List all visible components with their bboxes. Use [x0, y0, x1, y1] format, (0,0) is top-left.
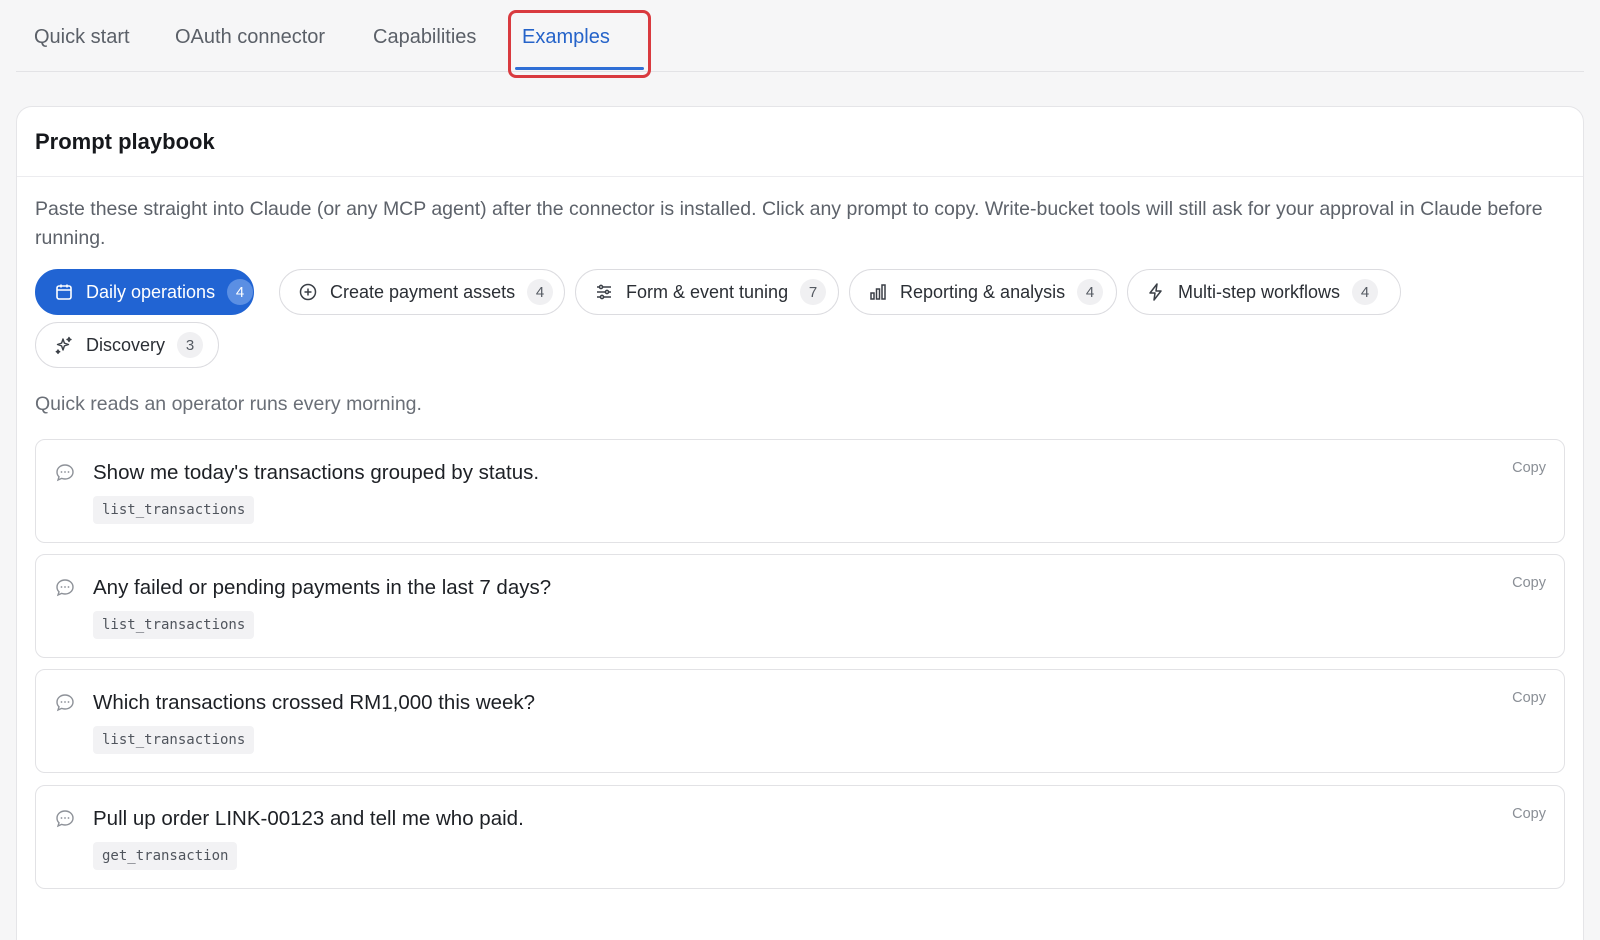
filter-discovery[interactable]: Discovery 3 — [35, 322, 219, 368]
prompt-row[interactable]: Which transactions crossed RM1,000 this … — [35, 669, 1565, 773]
filter-count: 4 — [1352, 279, 1379, 305]
prompt-text: Pull up order LINK-00123 and tell me who… — [93, 807, 524, 830]
filter-label: Reporting & analysis — [900, 281, 1066, 302]
copy-button[interactable]: Copy — [1512, 806, 1546, 822]
chat-bubble-icon — [54, 692, 76, 714]
plus-circle-icon — [298, 282, 318, 302]
filter-form-event-tuning[interactable]: Form & event tuning 7 — [575, 269, 839, 315]
prompt-text: Show me today's transactions grouped by … — [93, 461, 540, 484]
lightning-icon — [1146, 282, 1166, 302]
tab-quick-start[interactable]: Quick start — [34, 26, 130, 49]
bar-chart-icon — [868, 282, 888, 302]
filter-create-payment-assets[interactable]: Create payment assets 4 — [279, 269, 565, 315]
sparkles-icon — [54, 335, 74, 355]
filter-label: Create payment assets — [330, 281, 516, 302]
tool-badge: list_transactions — [93, 726, 255, 754]
filter-reporting-analysis[interactable]: Reporting & analysis 4 — [849, 269, 1117, 315]
tab-examples[interactable]: Examples — [522, 26, 610, 49]
filter-count: 3 — [177, 332, 204, 358]
prompt-playbook-card: Prompt playbook Paste these straight int… — [16, 106, 1584, 940]
copy-button[interactable]: Copy — [1512, 690, 1546, 706]
card-title: Prompt playbook — [35, 129, 215, 154]
prompt-row[interactable]: Show me today's transactions grouped by … — [35, 439, 1565, 543]
tab-capabilities[interactable]: Capabilities — [373, 26, 476, 49]
filter-daily-operations[interactable]: Daily operations 4 — [35, 269, 255, 315]
calendar-icon — [54, 282, 74, 302]
active-tab-indicator — [515, 67, 644, 70]
filter-label: Multi-step workflows — [1178, 281, 1341, 302]
sliders-icon — [594, 282, 614, 302]
filter-label: Form & event tuning — [626, 281, 789, 302]
copy-button[interactable]: Copy — [1512, 575, 1546, 591]
prompt-row[interactable]: Any failed or pending payments in the la… — [35, 554, 1565, 658]
tab-oauth-connector[interactable]: OAuth connector — [175, 26, 325, 49]
copy-button[interactable]: Copy — [1512, 460, 1546, 476]
filter-count: 4 — [527, 279, 554, 305]
tool-badge: list_transactions — [93, 496, 255, 524]
tool-badge: get_transaction — [93, 842, 238, 870]
filter-multi-step-workflows[interactable]: Multi-step workflows 4 — [1127, 269, 1401, 315]
filter-count: 4 — [227, 279, 254, 305]
chat-bubble-icon — [54, 462, 76, 484]
chat-bubble-icon — [54, 808, 76, 830]
filter-label: Discovery — [86, 334, 166, 355]
chat-bubble-icon — [54, 577, 76, 599]
filter-label: Daily operations — [86, 281, 216, 302]
filter-count: 4 — [1077, 279, 1104, 305]
filter-count: 7 — [800, 279, 827, 305]
prompt-text: Which transactions crossed RM1,000 this … — [93, 691, 536, 714]
card-header: Prompt playbook — [17, 107, 1583, 177]
prompt-text: Any failed or pending payments in the la… — [93, 576, 552, 599]
prompt-row[interactable]: Pull up order LINK-00123 and tell me who… — [35, 785, 1565, 889]
tool-badge: list_transactions — [93, 611, 255, 639]
tab-bar: Quick start OAuth connector Capabilities… — [16, 0, 1584, 72]
intro-text: Paste these straight into Claude (or any… — [35, 198, 1543, 249]
section-description: Quick reads an operator runs every morni… — [35, 393, 422, 415]
